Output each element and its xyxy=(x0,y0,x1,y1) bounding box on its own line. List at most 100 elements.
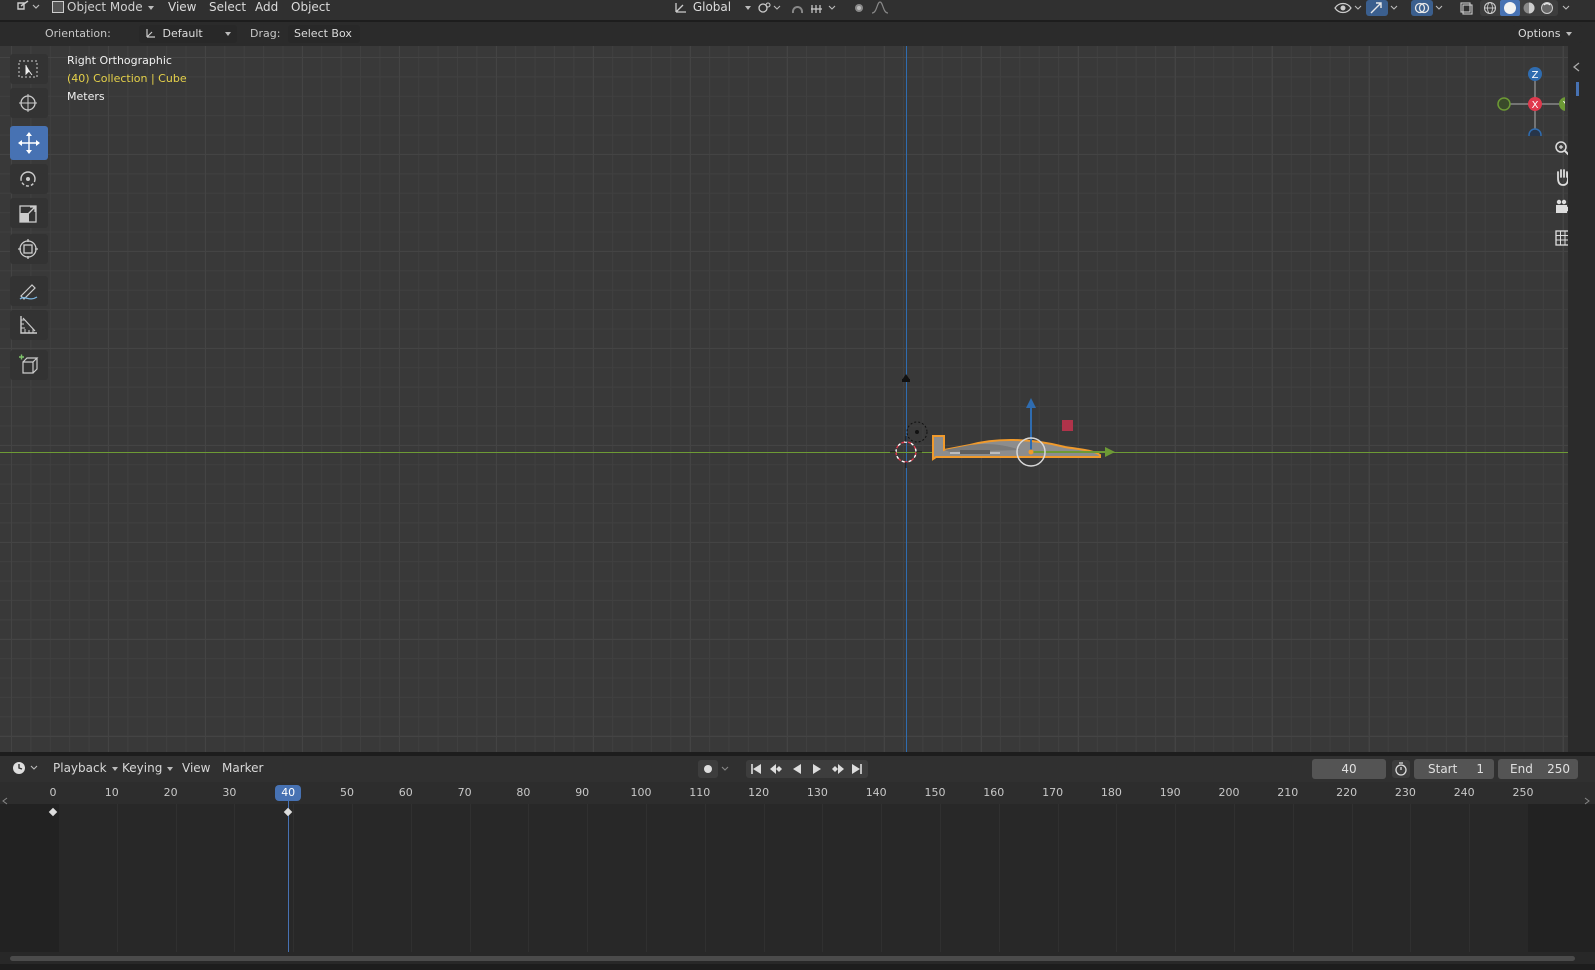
snap-target-dropdown[interactable] xyxy=(810,1,836,15)
unit-label: Meters xyxy=(67,90,105,103)
pivot-point-button[interactable] xyxy=(757,1,781,15)
proportional-falloff-dropdown[interactable] xyxy=(871,1,889,15)
options-dropdown[interactable]: Options xyxy=(1512,25,1582,43)
gizmo-dropdown[interactable] xyxy=(1388,1,1404,15)
playhead-frame-badge[interactable]: 40 xyxy=(275,785,302,801)
timeline-clock-icon xyxy=(13,762,38,774)
frame-ruler[interactable]: 0 10 20 30 40 50 60 70 80 90 100 110 120 130 140 150 160… xyxy=(0,782,1595,804)
camera-view-button[interactable] xyxy=(1550,195,1568,221)
jump-to-next-keyframe-icon[interactable] xyxy=(830,762,846,776)
timeline-grid-line xyxy=(1410,804,1412,952)
overlays-dropdown[interactable] xyxy=(1433,1,1449,15)
view-name: Right Orthographic xyxy=(67,54,172,67)
end-frame-value: 250 xyxy=(1547,762,1570,776)
ruler-tick-label: 90 xyxy=(575,786,590,799)
current-frame-field[interactable]: 40 xyxy=(1312,759,1386,779)
menu-view[interactable]: View xyxy=(168,0,196,14)
wireframe-shading-button[interactable] xyxy=(1482,1,1498,18)
ruler-tick-label: 150 xyxy=(924,786,946,799)
select-box-icon xyxy=(18,60,38,78)
ruler-tick-label: 30 xyxy=(222,786,237,799)
rotate-icon xyxy=(20,171,36,187)
mode-dropdown-label: Object Mode xyxy=(67,0,143,14)
end-frame-label: End xyxy=(1510,762,1533,776)
jump-to-prev-keyframe-icon[interactable] xyxy=(768,762,784,776)
menu-object[interactable]: Object xyxy=(291,0,330,14)
keyframe-diamond[interactable] xyxy=(283,807,293,817)
chevron-down-icon xyxy=(1435,5,1443,10)
left-scroll-arrow-icon[interactable] xyxy=(1,796,9,806)
orientation-axes-icon xyxy=(146,29,155,38)
timeline-header: Playback Keying View Marker 40 Start 1 E… xyxy=(0,756,1595,782)
playback-menu[interactable]: Playback xyxy=(53,761,118,775)
chevron-down-icon xyxy=(225,32,231,36)
measure-tool[interactable] xyxy=(10,310,48,340)
empty-object-icon[interactable] xyxy=(906,421,928,443)
cursor-icon xyxy=(19,94,37,112)
use-preview-range-button[interactable] xyxy=(1392,760,1410,781)
collection-info: (40) Collection | Cube xyxy=(67,72,187,85)
play-reverse-icon[interactable] xyxy=(790,762,804,776)
marker-menu[interactable]: Marker xyxy=(222,761,263,775)
select-box-tool[interactable] xyxy=(10,54,48,84)
drag-dropdown[interactable]: Select Box xyxy=(288,25,360,54)
plane-handle[interactable] xyxy=(1062,420,1073,431)
right-scroll-arrow-icon[interactable] xyxy=(1583,796,1591,806)
timeline-editor-type-button[interactable] xyxy=(12,761,40,781)
3d-viewport[interactable]: Right Orthographic (40) Collection | Cub… xyxy=(0,46,1568,752)
zoom-view-button[interactable] xyxy=(1550,136,1568,162)
editor-type-button[interactable] xyxy=(14,0,42,20)
orientation-dropdown[interactable]: Default xyxy=(139,25,237,43)
light-object-icon[interactable] xyxy=(902,374,910,382)
record-icon xyxy=(698,760,729,778)
xray-icon xyxy=(1460,2,1473,15)
selected-cube-mesh[interactable] xyxy=(932,435,1101,461)
xray-toggle-button[interactable] xyxy=(1458,1,1474,15)
jump-to-start-icon[interactable] xyxy=(749,762,763,776)
material-preview-shading-button[interactable] xyxy=(1521,1,1537,18)
snap-toggle-button[interactable] xyxy=(790,1,806,15)
play-icon[interactable] xyxy=(810,762,824,776)
timeline-area[interactable]: 0 10 20 30 40 50 60 70 80 90 100 110 120 130 140 150 160… xyxy=(0,782,1595,964)
chevron-down-icon xyxy=(147,5,154,10)
menu-select[interactable]: Select xyxy=(209,0,246,14)
menu-add[interactable]: Add xyxy=(255,0,278,14)
neg-y-axis-handle[interactable] xyxy=(1497,97,1511,111)
annotate-tool[interactable] xyxy=(10,276,48,306)
solid-shading-button[interactable] xyxy=(1500,0,1520,16)
auto-keying-button[interactable] xyxy=(698,760,732,781)
ruler-tick-label: 50 xyxy=(340,786,354,799)
transform-orientation-icon xyxy=(675,3,686,13)
ruler-tick-label: 10 xyxy=(104,786,119,799)
gizmo-toggle-button[interactable] xyxy=(1366,0,1388,16)
add-cube-tool[interactable] xyxy=(10,350,48,380)
ruler-tick-label: 190 xyxy=(1159,786,1181,799)
neg-z-axis-handle[interactable] xyxy=(1528,128,1542,136)
3d-cursor-icon[interactable] xyxy=(890,436,922,468)
pan-view-button[interactable] xyxy=(1550,165,1568,191)
rendered-shading-button[interactable] xyxy=(1539,1,1555,18)
sidebar-tab-indicator[interactable] xyxy=(1576,82,1579,96)
transform-orientation-dropdown[interactable]: Global xyxy=(673,0,752,20)
toggle-perspective-button[interactable] xyxy=(1550,225,1568,251)
transform-tool[interactable] xyxy=(10,234,48,264)
cursor-tool[interactable] xyxy=(10,88,48,118)
rotate-tool[interactable] xyxy=(10,164,48,194)
move-tool[interactable] xyxy=(10,126,48,160)
keying-menu[interactable]: Keying xyxy=(122,761,174,775)
selectability-visibility-dropdown[interactable] xyxy=(1333,1,1362,15)
navigation-gizmo[interactable]: Z X Y xyxy=(1495,56,1565,136)
scale-tool[interactable] xyxy=(10,198,48,228)
shading-options-dropdown[interactable] xyxy=(1560,1,1576,15)
overlays-toggle-button[interactable] xyxy=(1411,0,1433,16)
playhead-line[interactable] xyxy=(288,801,290,952)
mode-dropdown[interactable]: Object Mode xyxy=(46,0,156,16)
end-frame-field[interactable]: End 250 xyxy=(1498,759,1578,779)
timeline-scrollbar[interactable] xyxy=(10,956,1575,961)
jump-to-end-icon[interactable] xyxy=(850,762,864,776)
start-frame-field[interactable]: Start 1 xyxy=(1414,759,1494,779)
sidebar-toggle-icon[interactable] xyxy=(1570,60,1584,74)
proportional-editing-icon xyxy=(855,4,863,12)
timeline-view-menu[interactable]: View xyxy=(182,761,210,775)
proportional-editing-button[interactable] xyxy=(851,1,867,15)
